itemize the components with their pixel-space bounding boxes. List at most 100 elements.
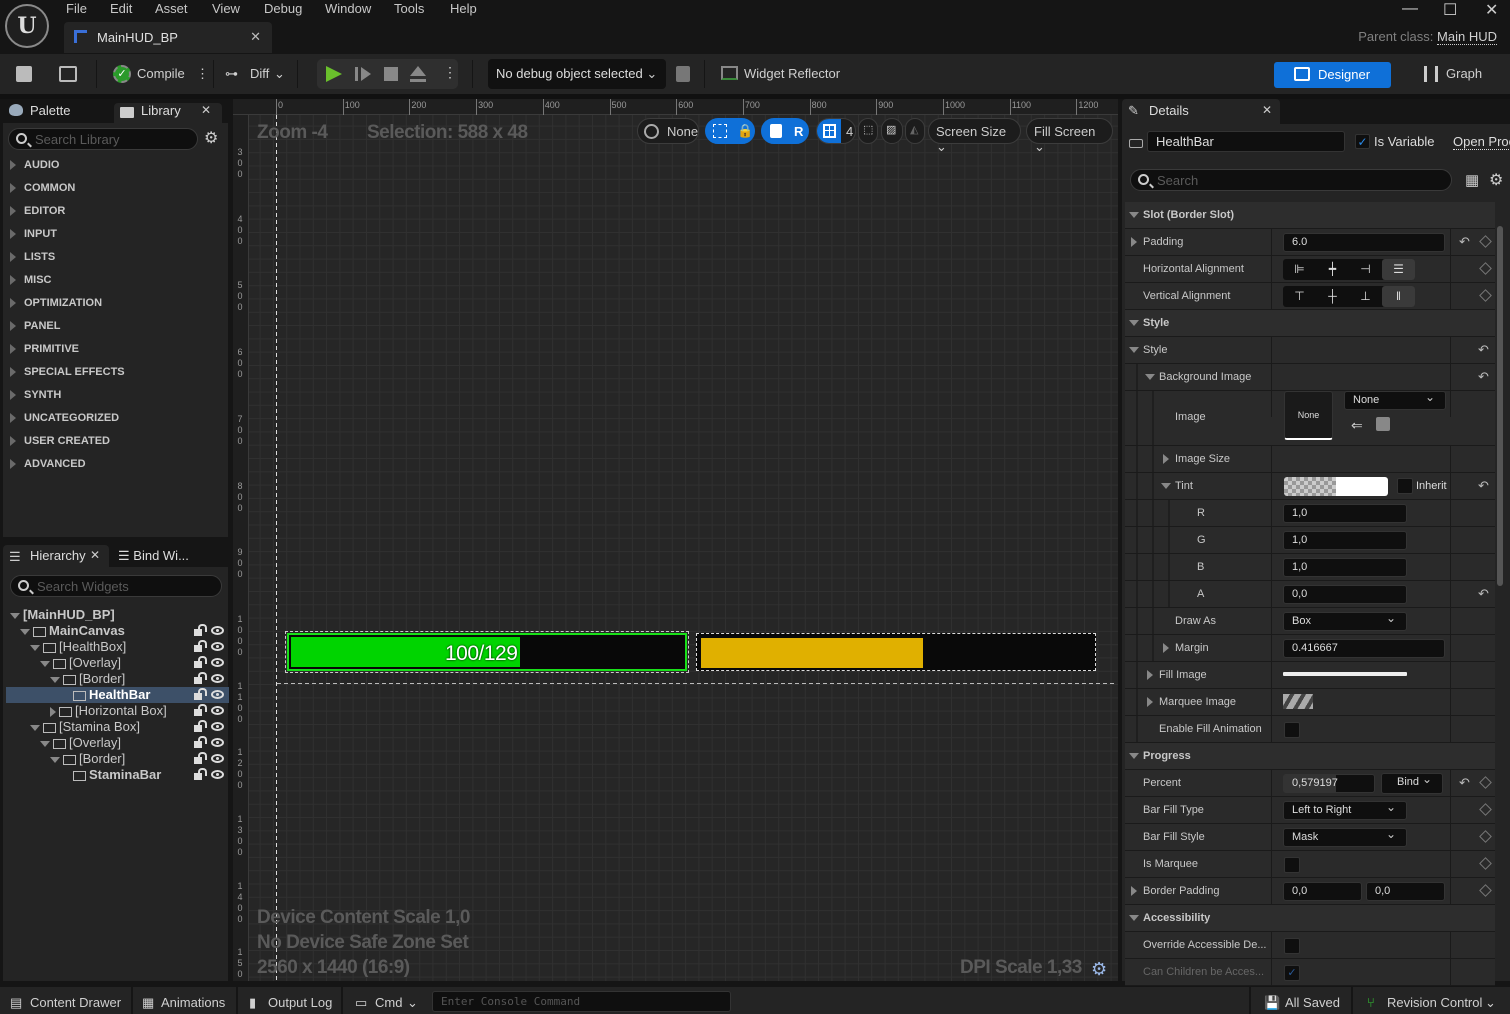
menu-edit[interactable]: Edit <box>110 1 132 16</box>
tab-details[interactable]: ✎ Details ✕ <box>1122 99 1280 124</box>
padding-input[interactable]: 6.0 <box>1283 233 1445 252</box>
lock-icon[interactable] <box>194 720 207 732</box>
library-category[interactable]: USER CREATED <box>3 430 228 453</box>
visibility-eye-icon[interactable] <box>211 722 224 731</box>
reset-to-default-icon[interactable]: ↶ <box>1478 478 1489 494</box>
collapse-arrow-icon[interactable] <box>50 676 60 683</box>
library-category[interactable]: UNCATEGORIZED <box>3 407 228 430</box>
open-property-matrix-link[interactable]: Open Proc <box>1453 134 1510 150</box>
lock-icon[interactable] <box>194 704 207 716</box>
override-accessible-checkbox[interactable] <box>1284 938 1300 954</box>
lock-icon[interactable] <box>194 656 207 668</box>
reset-to-default-icon[interactable]: ↶ <box>1459 775 1470 791</box>
collapse-arrow-icon[interactable] <box>40 660 50 667</box>
details-search-input[interactable]: Search <box>1130 169 1452 191</box>
collapse-arrow-icon[interactable] <box>1129 753 1139 759</box>
debug-browse-icon[interactable] <box>676 66 690 82</box>
compile-button[interactable]: Compile <box>137 66 185 81</box>
diff-chevron-icon[interactable]: ⌄ <box>274 66 285 82</box>
menu-tools[interactable]: Tools <box>394 1 424 16</box>
tint-a-input[interactable]: 0,0 <box>1283 585 1407 604</box>
horizontal-alignment-option-icon[interactable]: ⊣ <box>1349 259 1382 280</box>
keyframe-diamond-icon[interactable] <box>1479 235 1492 248</box>
keyframe-diamond-icon[interactable] <box>1479 830 1492 843</box>
collapse-arrow-icon[interactable] <box>30 724 40 731</box>
expand-arrow-icon[interactable] <box>1131 886 1137 896</box>
play-options-icon[interactable]: ⋮ <box>443 64 457 81</box>
unreal-logo-icon[interactable]: U <box>5 4 49 48</box>
visibility-eye-icon[interactable] <box>211 642 224 651</box>
lock-icon[interactable] <box>194 736 207 748</box>
all-saved-status[interactable]: All Saved <box>1285 995 1340 1010</box>
diff-button[interactable]: Diff <box>250 66 269 81</box>
percent-input[interactable]: 0,579197 <box>1283 774 1375 793</box>
debug-object-select[interactable]: No debug object selected ⌄ <box>488 59 666 89</box>
enable-fill-animation-checkbox[interactable] <box>1284 722 1300 738</box>
library-category[interactable]: SYNTH <box>3 384 228 407</box>
eject-icon[interactable] <box>410 66 426 76</box>
visibility-eye-icon[interactable] <box>211 754 224 763</box>
widget-name-input[interactable]: HealthBar <box>1147 131 1345 152</box>
image-preview-button[interactable]: ▨ <box>881 118 903 144</box>
keyframe-diamond-icon[interactable] <box>1479 289 1492 302</box>
collapse-arrow-icon[interactable] <box>1161 483 1171 489</box>
expand-arrow-icon[interactable] <box>1163 643 1169 653</box>
bar-fill-type-dropdown[interactable]: Left to Right <box>1283 800 1407 820</box>
library-category[interactable]: OPTIMIZATION <box>3 292 228 315</box>
cmd-dropdown[interactable]: Cmd <box>375 995 402 1010</box>
console-command-input[interactable]: Enter Console Command <box>432 991 731 1012</box>
visibility-eye-icon[interactable] <box>211 770 224 779</box>
fill-image-preview[interactable] <box>1283 672 1407 676</box>
horizontal-alignment-option-icon[interactable]: ☰ <box>1382 259 1415 280</box>
maximize-button[interactable]: ☐ <box>1443 0 1457 20</box>
hierarchy-item[interactable]: StaminaBar <box>6 767 229 783</box>
library-category[interactable]: SPECIAL EFFECTS <box>3 361 228 384</box>
grid-snap-button[interactable]: 4 <box>816 118 856 144</box>
tint-r-input[interactable]: 1,0 <box>1283 504 1407 523</box>
hierarchy-item[interactable]: [MainHUD_BP] <box>6 607 229 623</box>
dpi-settings-gear-icon[interactable]: ⚙ <box>1091 959 1107 980</box>
close-library-icon[interactable]: ✕ <box>201 103 211 117</box>
flip-button[interactable]: ◭ <box>905 118 925 144</box>
expand-arrow-icon[interactable] <box>50 706 56 717</box>
lock-icon[interactable] <box>194 752 207 764</box>
library-category[interactable]: ADVANCED <box>3 453 228 476</box>
browse-asset-icon[interactable] <box>1376 417 1390 431</box>
collapse-arrow-icon[interactable] <box>1129 347 1139 353</box>
close-hierarchy-icon[interactable]: ✕ <box>90 548 100 562</box>
lock-icon[interactable] <box>194 624 207 636</box>
horizontal-alignment-option-icon[interactable]: ⊫ <box>1283 259 1316 280</box>
browse-icon[interactable] <box>59 66 77 82</box>
menu-view[interactable]: View <box>212 1 240 16</box>
vertical-alignment-option-icon[interactable]: ‖ <box>1382 286 1415 307</box>
keyframe-diamond-icon[interactable] <box>1479 857 1492 870</box>
table-view-icon[interactable]: ▦ <box>1465 171 1479 189</box>
border-padding-y-input[interactable]: 0,0 <box>1366 882 1445 901</box>
hierarchy-item[interactable]: [Overlay] <box>6 655 229 671</box>
vertical-alignment-option-icon[interactable]: ⊤ <box>1283 286 1316 307</box>
collapse-arrow-icon[interactable] <box>1129 320 1139 326</box>
content-drawer-button[interactable]: Content Drawer <box>30 995 121 1010</box>
lock-icon[interactable] <box>194 640 207 652</box>
vertical-alignment-option-icon[interactable]: ┼ <box>1316 286 1349 307</box>
expand-arrow-icon[interactable] <box>1163 454 1169 464</box>
lock-icon[interactable] <box>194 672 207 684</box>
inherit-checkbox[interactable] <box>1397 478 1413 494</box>
details-category-header[interactable]: Progress <box>1125 743 1495 770</box>
tab-library[interactable]: Library ✕ <box>114 103 222 123</box>
marquee-image-preview[interactable] <box>1283 694 1313 709</box>
tint-g-input[interactable]: 1,0 <box>1283 531 1407 550</box>
reset-to-default-icon[interactable]: ↶ <box>1478 586 1489 602</box>
tab-palette[interactable]: Palette <box>30 99 70 123</box>
keyframe-diamond-icon[interactable] <box>1479 884 1492 897</box>
is-marquee-checkbox[interactable] <box>1284 857 1300 873</box>
can-children-accessible-checkbox[interactable]: ✓ <box>1284 965 1300 981</box>
widget-reflector-button[interactable]: Widget Reflector <box>744 66 840 81</box>
hierarchy-item[interactable]: [Stamina Box] <box>6 719 229 735</box>
world-background-button[interactable]: None <box>637 118 699 144</box>
library-category[interactable]: COMMON <box>3 177 228 200</box>
hierarchy-item[interactable]: MainCanvas <box>6 623 229 639</box>
compile-options-icon[interactable]: ⋮ <box>196 66 209 82</box>
visibility-eye-icon[interactable] <box>211 674 224 683</box>
visibility-eye-icon[interactable] <box>211 658 224 667</box>
